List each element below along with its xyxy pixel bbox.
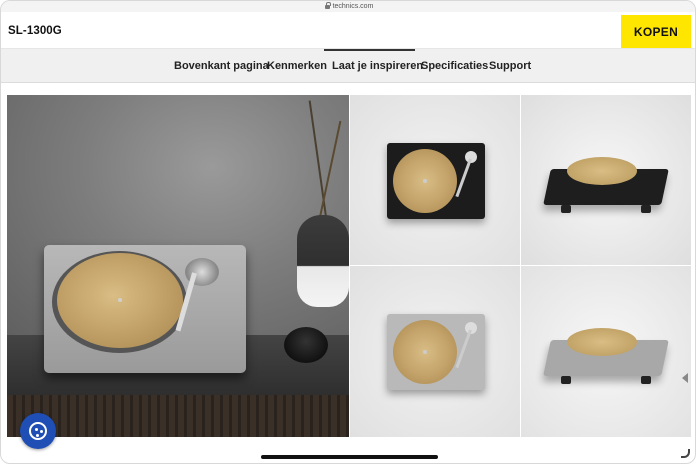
address-bar[interactable]: technics.com xyxy=(1,1,695,12)
inspiration-gallery xyxy=(7,95,691,437)
lock-icon xyxy=(324,2,331,9)
buy-button[interactable]: KOPEN xyxy=(621,15,691,48)
gallery-thumb-silver-top[interactable] xyxy=(350,266,520,437)
product-name: SL-1300G xyxy=(8,25,62,37)
resize-handle-icon[interactable] xyxy=(681,449,690,458)
gallery-thumb-black-angle[interactable] xyxy=(521,95,691,265)
gallery-image-lifestyle[interactable] xyxy=(7,95,349,437)
chevron-left-icon[interactable] xyxy=(682,373,688,383)
section-nav: Bovenkant pagina Kenmerken Laat je inspi… xyxy=(1,49,695,83)
site-header: SL-1300G KOPEN xyxy=(1,14,695,49)
nav-item-support[interactable]: Support xyxy=(489,60,531,72)
cookie-icon xyxy=(29,422,47,440)
url-text: technics.com xyxy=(332,3,374,10)
cookie-settings-button[interactable] xyxy=(20,413,56,449)
gallery-thumb-black-top[interactable] xyxy=(350,95,520,265)
browser-window: technics.com SL-1300G KOPEN Bovenkant pa… xyxy=(0,0,696,464)
nav-item-specs[interactable]: Specificaties xyxy=(421,60,488,72)
nav-item-top[interactable]: Bovenkant pagina xyxy=(174,60,269,72)
nav-item-features[interactable]: Kenmerken xyxy=(267,60,327,72)
home-indicator[interactable] xyxy=(261,455,438,459)
active-tab-indicator xyxy=(324,49,415,51)
nav-item-inspire[interactable]: Laat je inspireren xyxy=(332,60,423,72)
gallery-thumb-silver-angle[interactable] xyxy=(521,266,691,437)
vase-image xyxy=(297,215,349,307)
